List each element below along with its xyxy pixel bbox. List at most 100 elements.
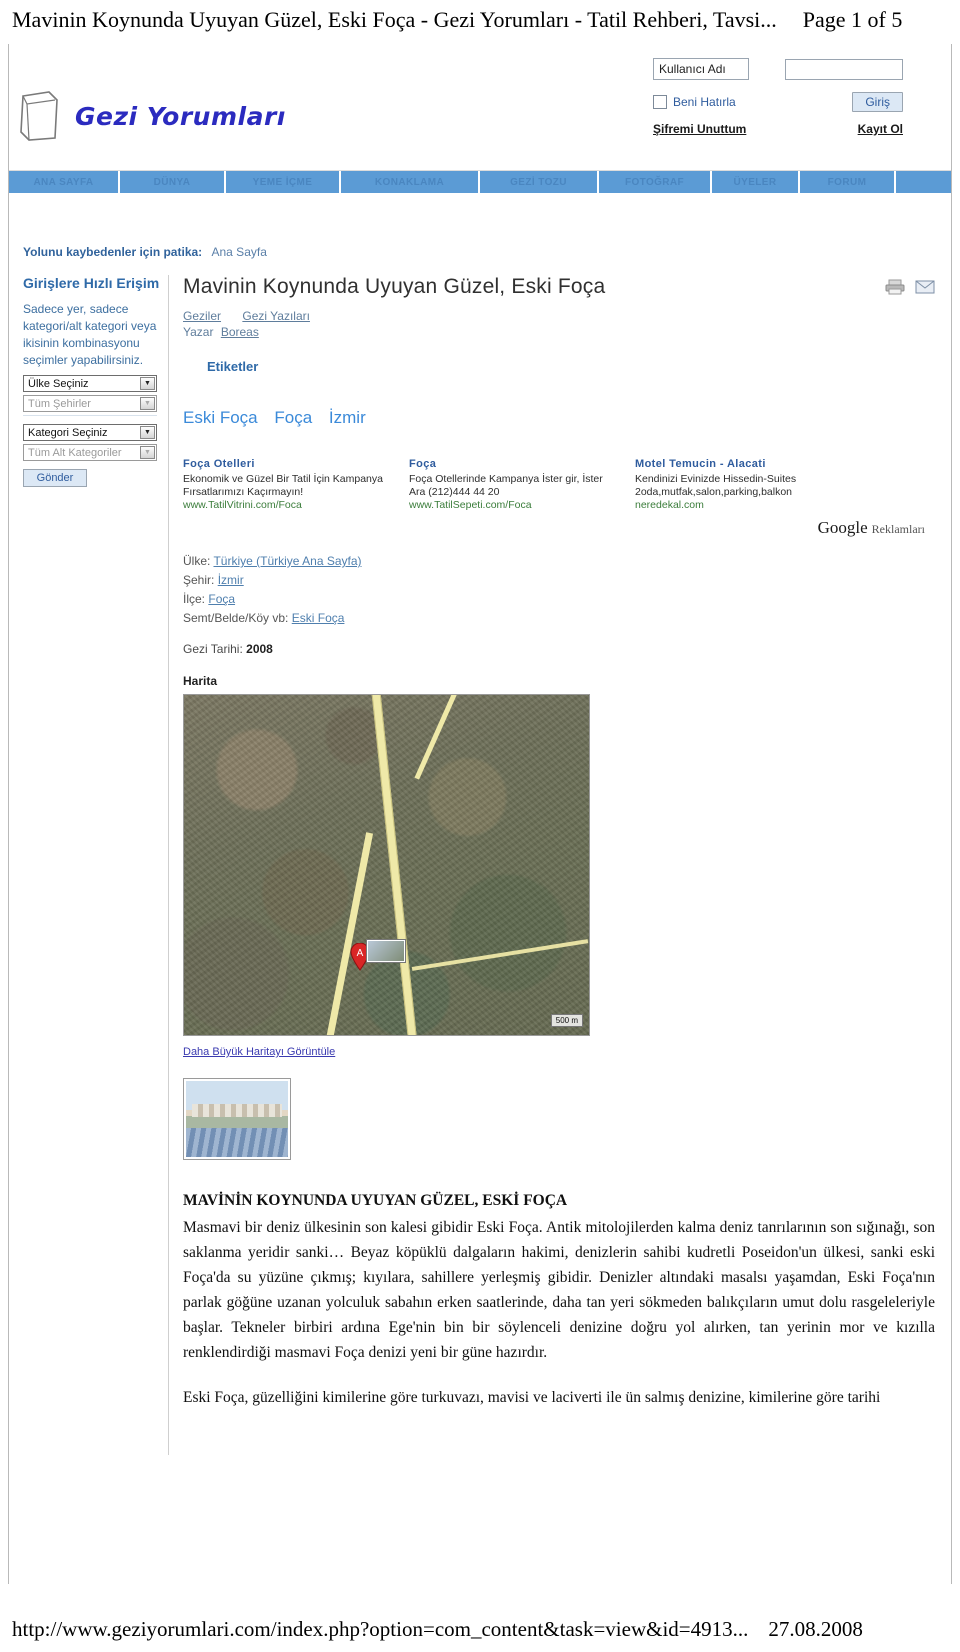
ad-title[interactable]: Motel Temucin - Alacati	[635, 458, 847, 471]
city-select[interactable]: Tüm Şehirler ▼	[23, 395, 157, 412]
print-header: Mavinin Koynunda Uyuyan Güzel, Eski Foça…	[0, 0, 960, 40]
ad-title[interactable]: Foça	[409, 458, 621, 471]
article-author: Yazar Boreas	[183, 325, 939, 339]
tag-izmir[interactable]: İzmir	[329, 408, 366, 427]
ad-item[interactable]: Foça Otelleri Ekonomik ve Güzel Bir Tati…	[183, 458, 409, 512]
page-frame: Gezi Yorumları Kullanıcı Adı Beni Hatırl…	[8, 44, 952, 1584]
google-ads-label-text: Reklamları	[871, 522, 925, 536]
sidebar-divider	[23, 415, 157, 416]
chevron-down-icon: ▼	[140, 377, 155, 390]
tag-foca[interactable]: Foça	[274, 408, 312, 427]
country-select-value: Ülke Seçiniz	[28, 377, 89, 390]
checkbox-icon[interactable]	[653, 95, 667, 109]
map-terrain-texture	[184, 695, 589, 1035]
password-input[interactable]	[785, 58, 903, 80]
location-label-country: Ülke:	[183, 554, 211, 568]
printer-icon[interactable]	[885, 279, 905, 295]
category-select[interactable]: Kategori Seçiniz ▼	[23, 424, 157, 441]
ad-url[interactable]: www.TatilVitrini.com/Foca	[183, 499, 395, 512]
print-footer-date: 27.08.2008	[768, 1616, 863, 1641]
location-row-city: Şehir: İzmir	[183, 571, 939, 590]
google-ads-label: Google Reklamları	[183, 518, 939, 538]
nav-item-forum[interactable]: FORUM	[800, 171, 894, 193]
nav-item-fotograf[interactable]: FOTOĞRAF	[599, 171, 710, 193]
author-name-link[interactable]: Boreas	[221, 325, 259, 339]
ad-url[interactable]: www.TatilSepeti.com/Foca	[409, 499, 621, 512]
tag-eski-foca[interactable]: Eski Foça	[183, 408, 258, 427]
location-info: Ülke: Türkiye (Türkiye Ana Sayfa) Şehir:…	[183, 552, 939, 628]
ad-title[interactable]: Foça Otelleri	[183, 458, 395, 471]
remember-me[interactable]: Beni Hatırla	[653, 95, 736, 109]
author-label: Yazar	[183, 325, 214, 339]
map-thumbnail-callout[interactable]	[366, 939, 406, 963]
nav-item-dunya[interactable]: DÜNYA	[120, 171, 224, 193]
nav-item-yeme-icme[interactable]: YEME İÇME	[226, 171, 339, 193]
tags-heading: Etiketler	[207, 359, 259, 374]
country-select[interactable]: Ülke Seçiniz ▼	[23, 375, 157, 392]
link-gezi-yazilari[interactable]: Gezi Yazıları	[242, 309, 310, 323]
view-larger-map-link[interactable]: Daha Büyük Haritayı Görüntüle	[183, 1046, 939, 1058]
ad-url[interactable]: neredekal.com	[635, 499, 847, 512]
nav-item-uyeler[interactable]: ÜYELER	[712, 171, 798, 193]
location-value-city[interactable]: İzmir	[218, 573, 244, 587]
map-callout-image	[368, 941, 404, 961]
submit-button[interactable]: Gönder	[23, 469, 87, 487]
trip-date-value: 2008	[246, 642, 273, 656]
link-geziler[interactable]: Geziler	[183, 309, 221, 323]
login-button[interactable]: Giriş	[852, 92, 903, 112]
sidebar: Girişlere Hızlı Erişim Sadece yer, sadec…	[9, 275, 169, 1455]
location-row-neighbourhood: Semt/Belde/Köy vb: Eski Foça	[183, 609, 939, 628]
article-body: MAVİNİN KOYNUNDA UYUYAN GÜZEL, ESKİ FOÇA…	[183, 1188, 939, 1410]
photo-thumbnail[interactable]	[183, 1078, 291, 1160]
content-columns: Girişlere Hızlı Erişim Sadece yer, sadec…	[9, 275, 951, 1455]
login-box: Kullanıcı Adı Beni Hatırla Giriş Şifremi…	[653, 58, 903, 136]
svg-text:A: A	[357, 948, 364, 959]
nav-item-gezi-tozu[interactable]: GEZİ TOZU	[480, 171, 597, 193]
subcategory-select[interactable]: Tüm Alt Kategoriler ▼	[23, 444, 157, 461]
location-label-neighbourhood: Semt/Belde/Köy vb:	[183, 611, 289, 625]
location-value-district[interactable]: Foça	[208, 592, 235, 606]
nav-item-konaklama[interactable]: KONAKLAMA	[341, 171, 478, 193]
envelope-icon[interactable]	[915, 280, 935, 294]
google-wordmark: Google	[817, 518, 868, 537]
print-footer-url: http://www.geziyorumlari.com/index.php?o…	[12, 1616, 749, 1641]
ad-line-1: Foça Otellerinde Kampanya İster gir, İst…	[409, 473, 603, 485]
sidebar-heading: Girişlere Hızlı Erişim	[23, 275, 160, 291]
site-header: Gezi Yorumları Kullanıcı Adı Beni Hatırl…	[9, 44, 951, 171]
ad-line-2: Fırsatlarımızı Kaçırmayın!	[183, 486, 304, 498]
photo-thumbnail-image	[186, 1081, 288, 1157]
sidebar-description: Sadece yer, sadece kategori/alt kategori…	[23, 302, 157, 367]
chevron-down-icon: ▼	[140, 426, 155, 439]
location-row-district: İlçe: Foça	[183, 590, 939, 609]
nav-item-ana-sayfa[interactable]: ANA SAYFA	[9, 171, 118, 193]
location-value-neighbourhood[interactable]: Eski Foça	[292, 611, 345, 625]
site-logo[interactable]: Gezi Yorumları	[19, 90, 286, 142]
map-scale-bar: 500 m	[550, 1014, 583, 1027]
city-select-value: Tüm Şehirler	[28, 397, 91, 410]
breadcrumb-item-ana-sayfa[interactable]: Ana Sayfa	[212, 245, 267, 259]
ad-line-2: 2oda,mutfak,salon,parking,balkon	[635, 486, 793, 498]
trip-date-label: Gezi Tarihi:	[183, 642, 243, 656]
chevron-down-icon: ▼	[140, 397, 155, 410]
map-canvas[interactable]: A 500 m	[183, 694, 590, 1036]
subcategory-select-value: Tüm Alt Kategoriler	[28, 446, 122, 459]
location-value-country[interactable]: Türkiye (Türkiye Ana Sayfa)	[213, 554, 361, 568]
forgot-password-link[interactable]: Şifremi Unuttum	[653, 122, 746, 136]
remember-me-label: Beni Hatırla	[673, 95, 736, 109]
print-header-page: Page 1 of 5	[802, 7, 903, 32]
ad-line-1: Ekonomik ve Güzel Bir Tatil İçin Kampany…	[183, 473, 383, 485]
ad-item[interactable]: Foça Foça Otellerinde Kampanya İster gir…	[409, 458, 635, 512]
ad-line-1: Kendinizi Evinizde Hissedin-Suites	[635, 473, 797, 485]
print-footer: http://www.geziyorumlari.com/index.php?o…	[0, 1612, 960, 1646]
location-label-district: İlçe:	[183, 592, 206, 606]
trip-date: Gezi Tarihi: 2008	[183, 642, 939, 656]
site-logo-text: Gezi Yorumları	[75, 101, 286, 131]
article-body-heading: MAVİNİN KOYNUNDA UYUYAN GÜZEL, ESKİ FOÇA	[183, 1192, 568, 1209]
chevron-down-icon: ▼	[140, 446, 155, 459]
username-label: Kullanıcı Adı	[653, 58, 749, 80]
location-row-country: Ülke: Türkiye (Türkiye Ana Sayfa)	[183, 552, 939, 571]
page-title: Mavinin Koynunda Uyuyan Güzel, Eski Foça	[183, 275, 606, 298]
register-link[interactable]: Kayıt Ol	[858, 122, 903, 136]
ad-item[interactable]: Motel Temucin - Alacati Kendinizi Eviniz…	[635, 458, 861, 512]
location-label-city: Şehir:	[183, 573, 215, 587]
